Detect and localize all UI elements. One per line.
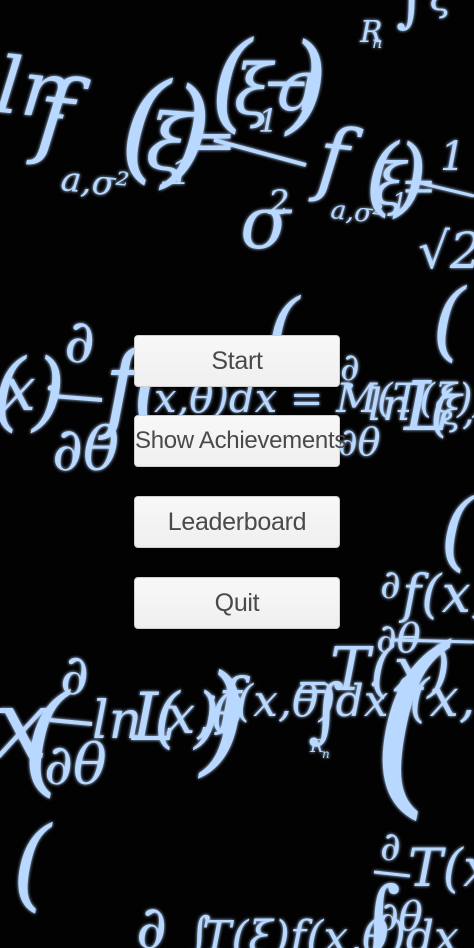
formula-top: ln f a,σ² ( ξ 1 ) = ( ξ 1 − a ) σ 2 f a,… [0,0,474,280]
game-main-menu-screen: ln f a,σ² ( ξ 1 ) = ( ξ 1 − a ) σ 2 f a,… [0,0,474,948]
svg-text:(: ( [12,805,53,922]
svg-text:∂: ∂ [340,345,360,389]
svg-text:∂: ∂ [380,824,401,870]
svg-text:∂θ: ∂θ [378,894,423,940]
svg-text:·: · [206,676,219,722]
svg-text:f(x,θ): f(x,θ) [386,669,474,729]
svg-text:·: · [44,366,57,412]
svg-text:ξ: ξ [430,0,454,20]
svg-text:1: 1 [440,134,465,180]
start-button[interactable]: Start [134,335,340,387]
svg-text:∂: ∂ [60,643,89,708]
svg-text:∂: ∂ [380,562,401,608]
svg-text:∫: ∫ [396,0,427,35]
math-formula-background: ln f a,σ² ( ξ 1 ) = ( ξ 1 − a ) σ 2 f a,… [0,0,474,948]
svg-text:(: ( [432,271,468,371]
svg-text:x: x [2,355,36,425]
svg-text:n: n [372,33,382,52]
svg-text:T(x)f(x): T(x)f(x) [408,839,474,899]
svg-text:2: 2 [267,183,290,223]
svg-text:(: ( [440,481,474,581]
show-achievements-button[interactable]: Show Achievements [134,415,346,467]
quit-button[interactable]: Quit [134,577,340,629]
svg-text:∂: ∂ [64,307,95,377]
leaderboard-button[interactable]: Leaderboard [134,496,340,548]
svg-text:ξ,θ): ξ,θ) [440,388,474,434]
formula-background-svg: ln f a,σ² ( ξ 1 ) = ( ξ 1 − a ) σ 2 f a,… [0,0,474,948]
svg-text:n: n [322,747,330,761]
svg-text:T(ξ)f(x,θ)dx =: T(ξ)f(x,θ)dx = [202,912,474,948]
svg-text:∂: ∂ [136,893,167,948]
